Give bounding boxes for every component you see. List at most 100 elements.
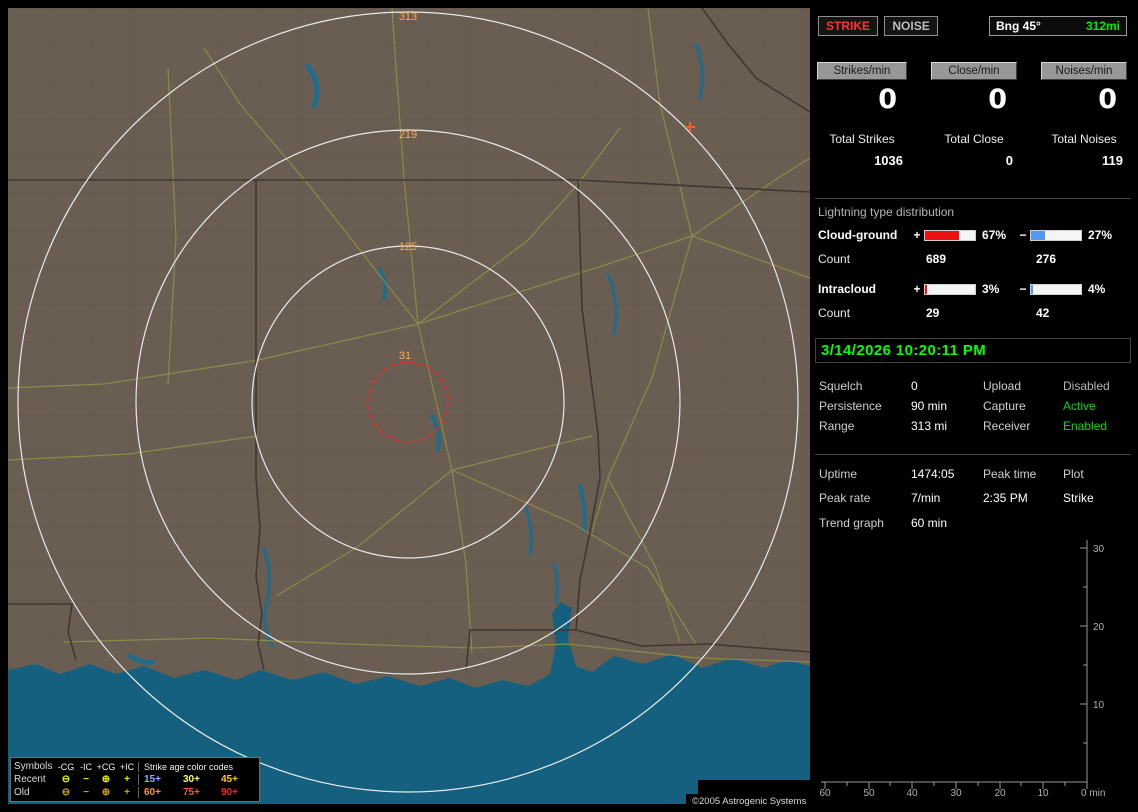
plot-label: Plot	[1063, 467, 1084, 481]
strike-legend: Symbols -CG -IC +CG +IC Strike age color…	[10, 757, 260, 802]
plus-sign: +	[913, 282, 921, 296]
bearing-range: 312mi	[1085, 19, 1120, 33]
legend-recent-label: Recent	[14, 774, 46, 785]
legend-row-old: Old ⊖ − ⊕ + 60+ 75+ 90+	[14, 786, 256, 799]
total-noises-value: 119	[1102, 153, 1123, 168]
close-per-min-value: 0	[988, 84, 1007, 115]
capture-label: Capture	[983, 399, 1026, 413]
uptime-label: Uptime	[819, 467, 858, 481]
neg-ic-icon: −	[83, 787, 89, 798]
rate-value-row: 0 0 0	[815, 84, 1131, 115]
age-code-75: 75+	[183, 787, 200, 798]
ic-positive-pct: 3%	[982, 282, 1000, 296]
rate-header-row: Strikes/min Close/min Noises/min	[815, 62, 1131, 80]
cloud-ground-count-row: Count 689 276	[815, 252, 1131, 266]
trend-axes	[821, 540, 1088, 789]
datetime-display: 3/14/2026 10:20:11 PM	[815, 338, 1131, 363]
noises-per-min-button[interactable]: Noises/min	[1041, 62, 1127, 80]
stats-grid: Uptime 1474:05 Peak time Plot Peak rate …	[815, 462, 1131, 510]
upload-label: Upload	[983, 379, 1022, 393]
upload-value: Disabled	[1063, 379, 1110, 393]
ring-label-313: 313	[399, 11, 417, 23]
cg-positive-count: 689	[926, 252, 947, 266]
legend-col-pos-ic: +IC	[119, 761, 135, 772]
trend-x-tick-10: 10	[1037, 788, 1049, 799]
legend-age-title: Strike age color codes	[138, 761, 252, 772]
range-value: 313 mi	[911, 419, 948, 433]
trend-graph-label: Trend graph	[819, 516, 884, 530]
intracloud-label: Intracloud	[818, 282, 877, 296]
legend-row-recent: Recent ⊖ − ⊕ + 15+ 30+ 45+	[14, 773, 256, 786]
legend-col-pos-cg: +CG	[96, 761, 116, 772]
capture-value: Active	[1063, 399, 1096, 413]
pos-ic-icon: +	[124, 787, 130, 798]
cg-negative-count: 276	[1036, 252, 1057, 266]
age-code-45: 45+	[221, 774, 238, 785]
range-label: Range	[819, 419, 855, 433]
cg-negative-bar	[1030, 229, 1082, 241]
divider	[815, 454, 1131, 455]
ic-positive-count: 29	[926, 306, 940, 320]
trend-y-tick-10: 10	[1093, 700, 1105, 711]
minus-sign: −	[1019, 228, 1027, 242]
cg-positive-pct: 67%	[982, 228, 1007, 242]
persistence-value: 90 min	[911, 399, 948, 413]
legend-old-label: Old	[14, 787, 30, 798]
persistence-label: Persistence	[819, 399, 882, 413]
trend-window-value: 60 min	[911, 516, 948, 530]
neg-cg-icon: ⊖	[61, 774, 71, 785]
strikes-per-min-button[interactable]: Strikes/min	[817, 62, 907, 80]
count-label: Count	[818, 306, 851, 320]
ring-label-125: 125	[399, 241, 417, 253]
bearing-display: Bng 45° 312mi	[989, 16, 1127, 36]
minus-sign: −	[1019, 282, 1027, 296]
legend-col-neg-ic: -IC	[80, 761, 92, 772]
total-strikes-label: Total Strikes	[829, 132, 895, 146]
cloud-ground-label: Cloud-ground	[818, 228, 898, 242]
close-per-min-button[interactable]: Close/min	[931, 62, 1017, 80]
age-code-15: 15+	[138, 774, 178, 785]
age-code-60: 60+	[138, 787, 178, 798]
ic-negative-pct: 4%	[1088, 282, 1106, 296]
strike-mode-button[interactable]: STRIKE	[818, 16, 879, 36]
trend-graph: 30 20 10 60 50 40 30 20 10 0 min	[819, 540, 1105, 799]
trend-origin-label: 0 min	[1081, 788, 1105, 799]
copyright-text: ©2005 Astrogenic Systems	[686, 794, 813, 809]
cg-negative-pct: 27%	[1088, 228, 1113, 242]
pos-cg-icon: ⊕	[101, 774, 111, 785]
receiver-value: Enabled	[1063, 419, 1108, 433]
neg-cg-icon: ⊖	[61, 787, 71, 798]
plot-value: Strike	[1063, 491, 1094, 505]
total-close-value: 0	[1005, 153, 1013, 168]
status-grid: Squelch 0 Upload Disabled Persistence 90…	[815, 376, 1131, 436]
divider	[815, 198, 1131, 199]
ic-negative-count: 42	[1036, 306, 1050, 320]
total-label-row: Total Strikes Total Close Total Noises	[815, 132, 1131, 146]
ic-positive-bar	[924, 283, 976, 295]
trend-x-tick-20: 20	[994, 788, 1006, 799]
trend-x-tick-40: 40	[906, 788, 918, 799]
mode-row: STRIKE NOISE Bng 45° 312mi	[815, 16, 1131, 38]
total-noises-label: Total Noises	[1051, 132, 1117, 146]
trend-y-tick-20: 20	[1093, 622, 1105, 633]
total-value-row: 1036 0 119	[815, 153, 1131, 168]
trend-x-tick-30: 30	[950, 788, 962, 799]
cloud-ground-row: Cloud-ground + 67% − 27%	[815, 228, 1131, 242]
squelch-value: 0	[911, 379, 918, 393]
age-code-30: 30+	[183, 774, 200, 785]
uptime-value: 1474:05	[911, 467, 955, 481]
noise-mode-button[interactable]: NOISE	[884, 16, 938, 36]
ring-label-219: 219	[399, 129, 417, 141]
plus-sign: +	[913, 228, 921, 242]
ic-negative-bar	[1030, 283, 1082, 295]
noises-per-min-value: 0	[1098, 84, 1117, 115]
neg-ic-icon: −	[83, 774, 89, 785]
radar-map[interactable]: 313 219 125 31 Symbols -CG -IC +CG +IC S…	[8, 8, 813, 809]
map-canvas[interactable]: 313 219 125 31	[8, 8, 810, 804]
age-code-90: 90+	[221, 787, 238, 798]
status-panel: STRIKE NOISE Bng 45° 312mi Strikes/min C…	[815, 8, 1131, 804]
legend-header-row: Symbols -CG -IC +CG +IC Strike age color…	[14, 760, 256, 773]
receiver-label: Receiver	[983, 419, 1031, 433]
trend-x-tick-60: 60	[819, 788, 831, 799]
intracloud-count-row: Count 29 42	[815, 306, 1131, 320]
